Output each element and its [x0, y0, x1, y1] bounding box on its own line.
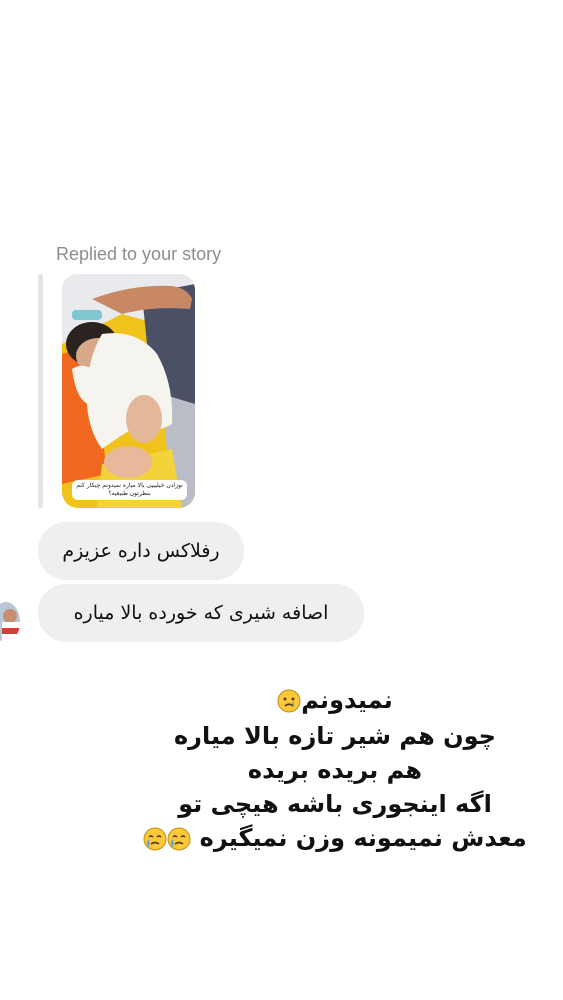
story-photo	[62, 274, 195, 508]
story-reply-bar	[38, 274, 43, 508]
overlay-line-text: نمیدونم	[301, 686, 393, 714]
overlay-line-text: معدش نمیمونه وزن نمیگیره	[199, 824, 527, 852]
overlay-line: معدش نمیمونه وزن نمیگیره	[120, 824, 550, 852]
overlay-line: هم بریده بریده	[247, 756, 423, 784]
overlay-line: اگه اینجوری باشه هیچی تو	[178, 790, 492, 818]
reply-header: Replied to your story	[56, 244, 222, 264]
avatar[interactable]	[0, 602, 20, 642]
avatar-photo	[0, 602, 20, 642]
overlay-line: نمیدونم	[120, 686, 550, 714]
crying-face-icon	[167, 827, 191, 851]
crying-face-icon	[277, 689, 301, 713]
message-bubble[interactable]: رفلاکس داره عزیزم	[38, 522, 244, 580]
story-caption: نوزادن خیلیییی بالا میاره نمیدونم چیکار …	[72, 480, 187, 500]
message-bubble[interactable]: اصافه شیری که خورده بالا میاره	[38, 584, 364, 642]
overlay-line: چون هم شیر تازه بالا میاره	[174, 722, 496, 750]
message-text: رفلاکس داره عزیزم	[62, 540, 220, 562]
story-thumbnail[interactable]: نوزادن خیلیییی بالا میاره نمیدونم چیکار …	[62, 274, 195, 508]
message-text: اصافه شیری که خورده بالا میاره	[73, 602, 329, 624]
crying-face-icon	[143, 827, 167, 851]
